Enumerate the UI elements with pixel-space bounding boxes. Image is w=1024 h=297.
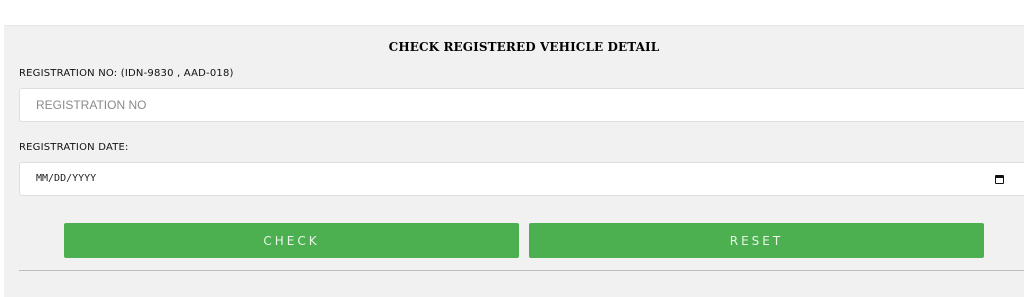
form-title: CHECK REGISTERED VEHICLE DETAIL — [388, 40, 660, 54]
registration-number-input[interactable] — [20, 89, 936, 121]
registration-date-label: REGISTRATION DATE: — [19, 142, 129, 153]
reset-button[interactable]: RESET — [529, 223, 984, 258]
form-divider — [19, 270, 1024, 271]
registration-number-field-container — [19, 88, 1024, 122]
registration-date-placeholder: MM/DD/YYYY — [36, 173, 97, 184]
calendar-icon[interactable] — [995, 175, 1004, 184]
check-button[interactable]: CHECK — [64, 223, 519, 258]
registration-date-input[interactable]: MM/DD/YYYY — [19, 162, 1024, 196]
registration-number-label: REGISTRATION NO: (IDN-9830 , AAD-018) — [19, 68, 234, 79]
vehicle-check-panel: CHECK REGISTERED VEHICLE DETAIL REGISTRA… — [4, 25, 1024, 297]
